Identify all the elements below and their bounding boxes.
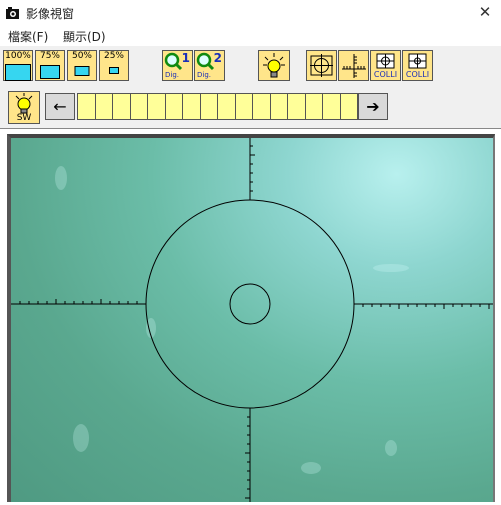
next-image-button[interactable]: ➔	[358, 93, 388, 120]
thumbnail-cell[interactable]	[323, 94, 341, 119]
zoom-75-button[interactable]: 75%	[35, 50, 65, 81]
light-bulb-icon	[15, 93, 33, 114]
crosshair-overlay	[11, 138, 493, 502]
thumbnail-cell[interactable]	[148, 94, 166, 119]
thumbnail-cell[interactable]	[131, 94, 148, 119]
thumbnail-cell[interactable]	[341, 94, 358, 119]
thumbnail-cell[interactable]	[236, 94, 253, 119]
zoom-label: 50%	[71, 51, 92, 61]
colli-button-1[interactable]: COLLI	[370, 50, 401, 81]
zoom-frame-icon	[40, 65, 60, 79]
thumbnail-cell[interactable]	[288, 94, 306, 119]
colli-target-icon	[376, 53, 395, 69]
toolbar-main: 100% 75% 50% 25% 1 Dig. 2 Dig. COLLI COL…	[0, 46, 501, 86]
colli-target-icon	[408, 53, 427, 69]
menu-bar: 檔案(F) 顯示(D)	[0, 26, 501, 46]
particle	[73, 424, 89, 452]
thumbnail-cell[interactable]	[253, 94, 271, 119]
zoom-25-button[interactable]: 25%	[99, 50, 129, 81]
digital-zoom-2-button[interactable]: 2 Dig.	[194, 50, 225, 81]
thumbnail-cell[interactable]	[78, 94, 96, 119]
scale-button[interactable]	[338, 50, 369, 81]
particle	[373, 264, 409, 272]
outer-ring	[145, 199, 355, 409]
thumbnail-cell[interactable]	[306, 94, 323, 119]
thumbnail-cell[interactable]	[218, 94, 236, 119]
thumbnail-cell[interactable]	[113, 94, 131, 119]
digital-zoom-number: 2	[213, 51, 222, 65]
thumbnail-cell[interactable]	[183, 94, 201, 119]
light-switch-button[interactable]: SW	[8, 91, 40, 124]
zoom-label: 75%	[39, 51, 60, 61]
light-bulb-icon	[263, 53, 285, 78]
menu-display[interactable]: 顯示(D)	[63, 28, 106, 45]
toolbar-navigation: SW ← ➔	[0, 86, 501, 129]
zoom-100-button[interactable]: 100%	[3, 50, 33, 81]
sw-label: SW	[16, 113, 32, 123]
thumbnail-cell[interactable]	[166, 94, 183, 119]
title-bar: 影像視窗 ✕	[0, 0, 501, 27]
camera-app-icon	[6, 7, 19, 19]
inner-ring	[229, 283, 271, 325]
digital-zoom-sub: Dig.	[197, 71, 212, 79]
digital-zoom-1-button[interactable]: 1 Dig.	[162, 50, 193, 81]
colli-label: COLLI	[373, 70, 398, 79]
digital-zoom-number: 1	[181, 51, 190, 65]
thumbnail-cell[interactable]	[96, 94, 113, 119]
particle	[385, 440, 397, 456]
close-button[interactable]: ✕	[475, 2, 495, 22]
digital-zoom-sub: Dig.	[165, 71, 180, 79]
crosshair-icon	[310, 54, 333, 77]
zoom-50-button[interactable]: 50%	[67, 50, 97, 81]
crosshair-button[interactable]	[306, 50, 337, 81]
ruler-icon	[342, 54, 366, 78]
prev-image-button[interactable]: ←	[45, 93, 75, 120]
thumbnail-cell[interactable]	[271, 94, 288, 119]
image-viewport[interactable]	[7, 134, 495, 502]
zoom-frame-icon	[74, 66, 90, 76]
particle	[301, 462, 321, 474]
menu-file[interactable]: 檔案(F)	[8, 28, 48, 45]
colli-label: COLLI	[405, 70, 430, 79]
window-title: 影像視窗	[26, 7, 75, 21]
zoom-frame-icon	[5, 64, 31, 81]
colli-button-2[interactable]: COLLI	[402, 50, 433, 81]
zoom-frame-icon	[109, 67, 119, 74]
particle	[55, 166, 67, 190]
thumbnail-cell[interactable]	[201, 94, 218, 119]
zoom-label: 100%	[5, 51, 31, 61]
light-button[interactable]	[258, 50, 290, 81]
zoom-label: 25%	[103, 51, 124, 61]
thumbnail-strip	[77, 93, 358, 120]
